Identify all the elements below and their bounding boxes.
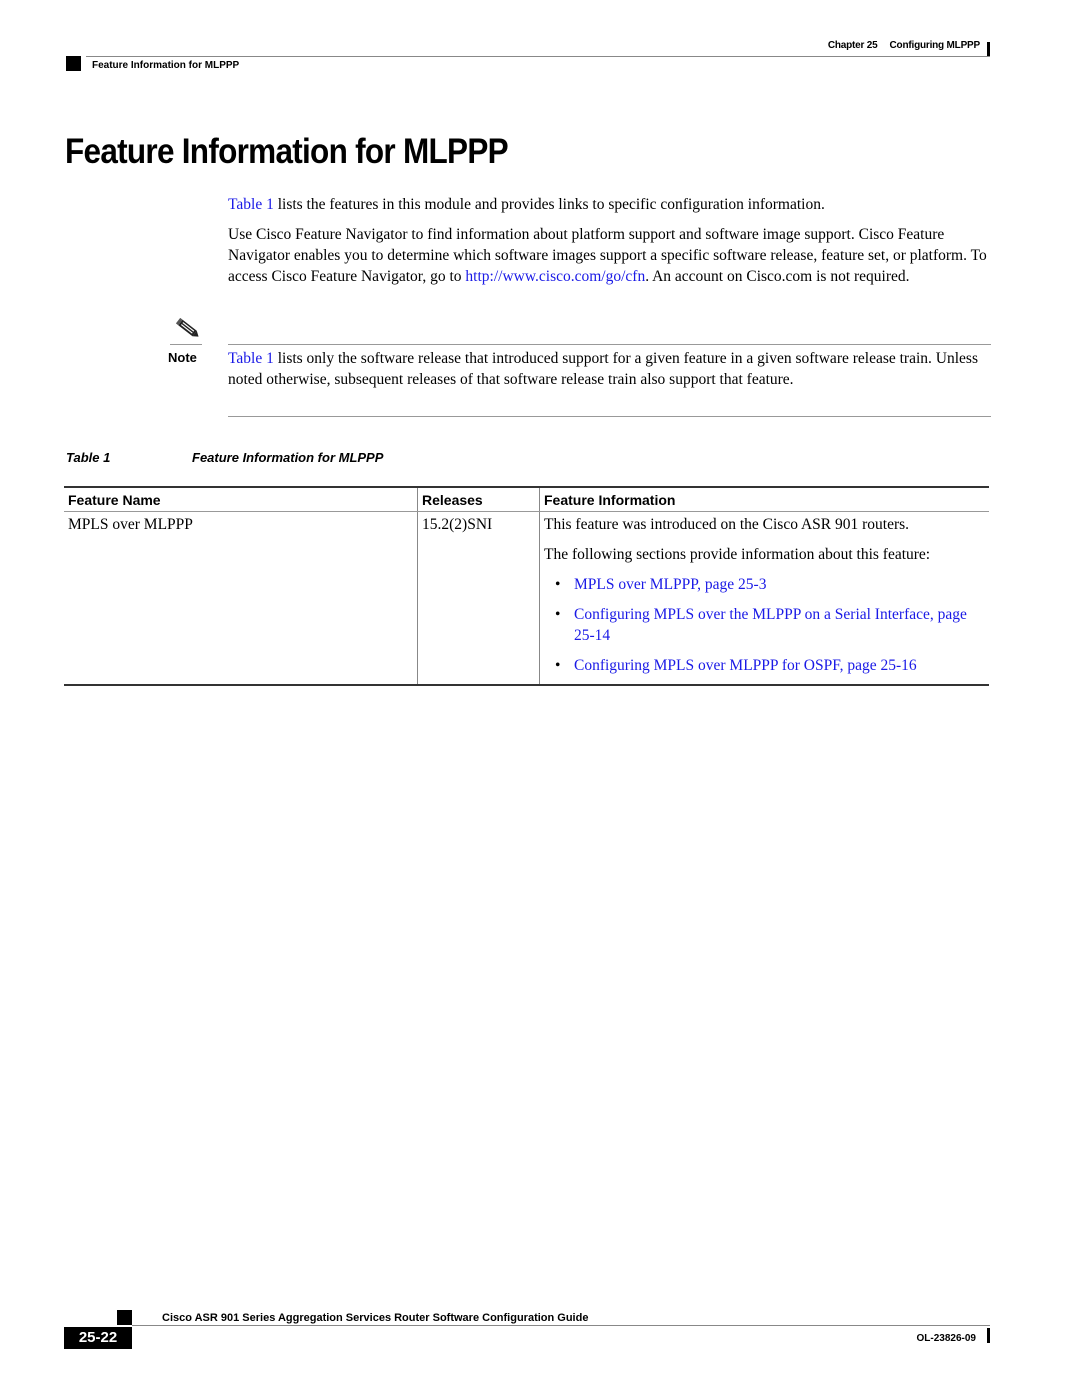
intro-paragraph-1: Table 1 lists the features in this modul…: [228, 196, 825, 213]
footer-rule: [132, 1325, 990, 1326]
note-rule-bottom: [228, 416, 991, 417]
page-title: Feature Information for MLPPP: [65, 132, 509, 171]
feature-navigator-link[interactable]: http://www.cisco.com/go/cfn: [465, 268, 645, 285]
section-link[interactable]: MPLS over MLPPP, page 25-3: [574, 576, 766, 593]
info-paragraph: The following sections provide informati…: [544, 546, 931, 563]
cell-feature-name: MPLS over MLPPP: [64, 511, 418, 686]
info-paragraph: This feature was introduced on the Cisco…: [544, 516, 910, 533]
document-number: OL-23826-09: [916, 1333, 976, 1344]
cell-feature-information: This feature was introduced on the Cisco…: [539, 511, 989, 686]
header-releases: Releases: [417, 486, 540, 512]
note-text: Table 1 lists only the software release …: [228, 350, 978, 388]
pencil-note-icon: [175, 318, 199, 337]
running-header-chapter: Chapter 25 Configuring MLPPP: [816, 40, 980, 51]
list-item: • MPLS over MLPPP, page 25-3: [544, 574, 985, 595]
header-feature-name: Feature Name: [64, 486, 418, 512]
footer-guide-title: Cisco ASR 901 Series Aggregation Service…: [162, 1312, 589, 1324]
table-caption-title: Feature Information for MLPPP: [192, 450, 384, 465]
table-1-link[interactable]: Table 1: [228, 196, 274, 213]
table-header-row: Feature Name Releases Feature Informatio…: [64, 486, 989, 512]
feature-information-table: Feature Name Releases Feature Informatio…: [64, 486, 989, 686]
note-rule-top: [228, 344, 991, 345]
note-label: Note: [168, 350, 197, 365]
section-link-list: • MPLS over MLPPP, page 25-3 • Configuring…: [544, 574, 985, 676]
page-number: 25-22: [64, 1327, 132, 1349]
header-square-marker: [66, 56, 81, 71]
list-item: • Configuring MPLS over the MLPPP on a Se…: [544, 604, 985, 646]
header-bar: [987, 42, 990, 57]
bullet-icon: •: [555, 657, 561, 674]
note-table-1-link[interactable]: Table 1: [228, 350, 274, 367]
chapter-title: Configuring MLPPP: [889, 40, 981, 51]
header-rule: [86, 56, 990, 57]
chapter-number: Chapter 25: [827, 40, 878, 51]
table-caption-number: Table 1: [66, 450, 111, 465]
bullet-icon: •: [555, 606, 561, 623]
footer-square-marker: [117, 1310, 132, 1325]
table-row: MPLS over MLPPP 15.2(2)SNI This feature …: [64, 511, 989, 686]
section-link[interactable]: Configuring MPLS over MLPPP for OSPF, pa…: [574, 657, 917, 674]
section-link[interactable]: Configuring MPLS over the MLPPP on a Ser…: [574, 606, 967, 644]
list-item: • Configuring MPLS over MLPPP for OSPF, p…: [544, 655, 985, 676]
running-header-section: Feature Information for MLPPP: [92, 60, 240, 71]
note-icon-rule: [170, 344, 202, 345]
intro-paragraph-2: Use Cisco Feature Navigator to find info…: [228, 226, 987, 285]
footer-bar: [987, 1328, 990, 1343]
bullet-icon: •: [555, 576, 561, 593]
cell-release: 15.2(2)SNI: [417, 511, 540, 686]
header-feature-information: Feature Information: [539, 486, 989, 512]
